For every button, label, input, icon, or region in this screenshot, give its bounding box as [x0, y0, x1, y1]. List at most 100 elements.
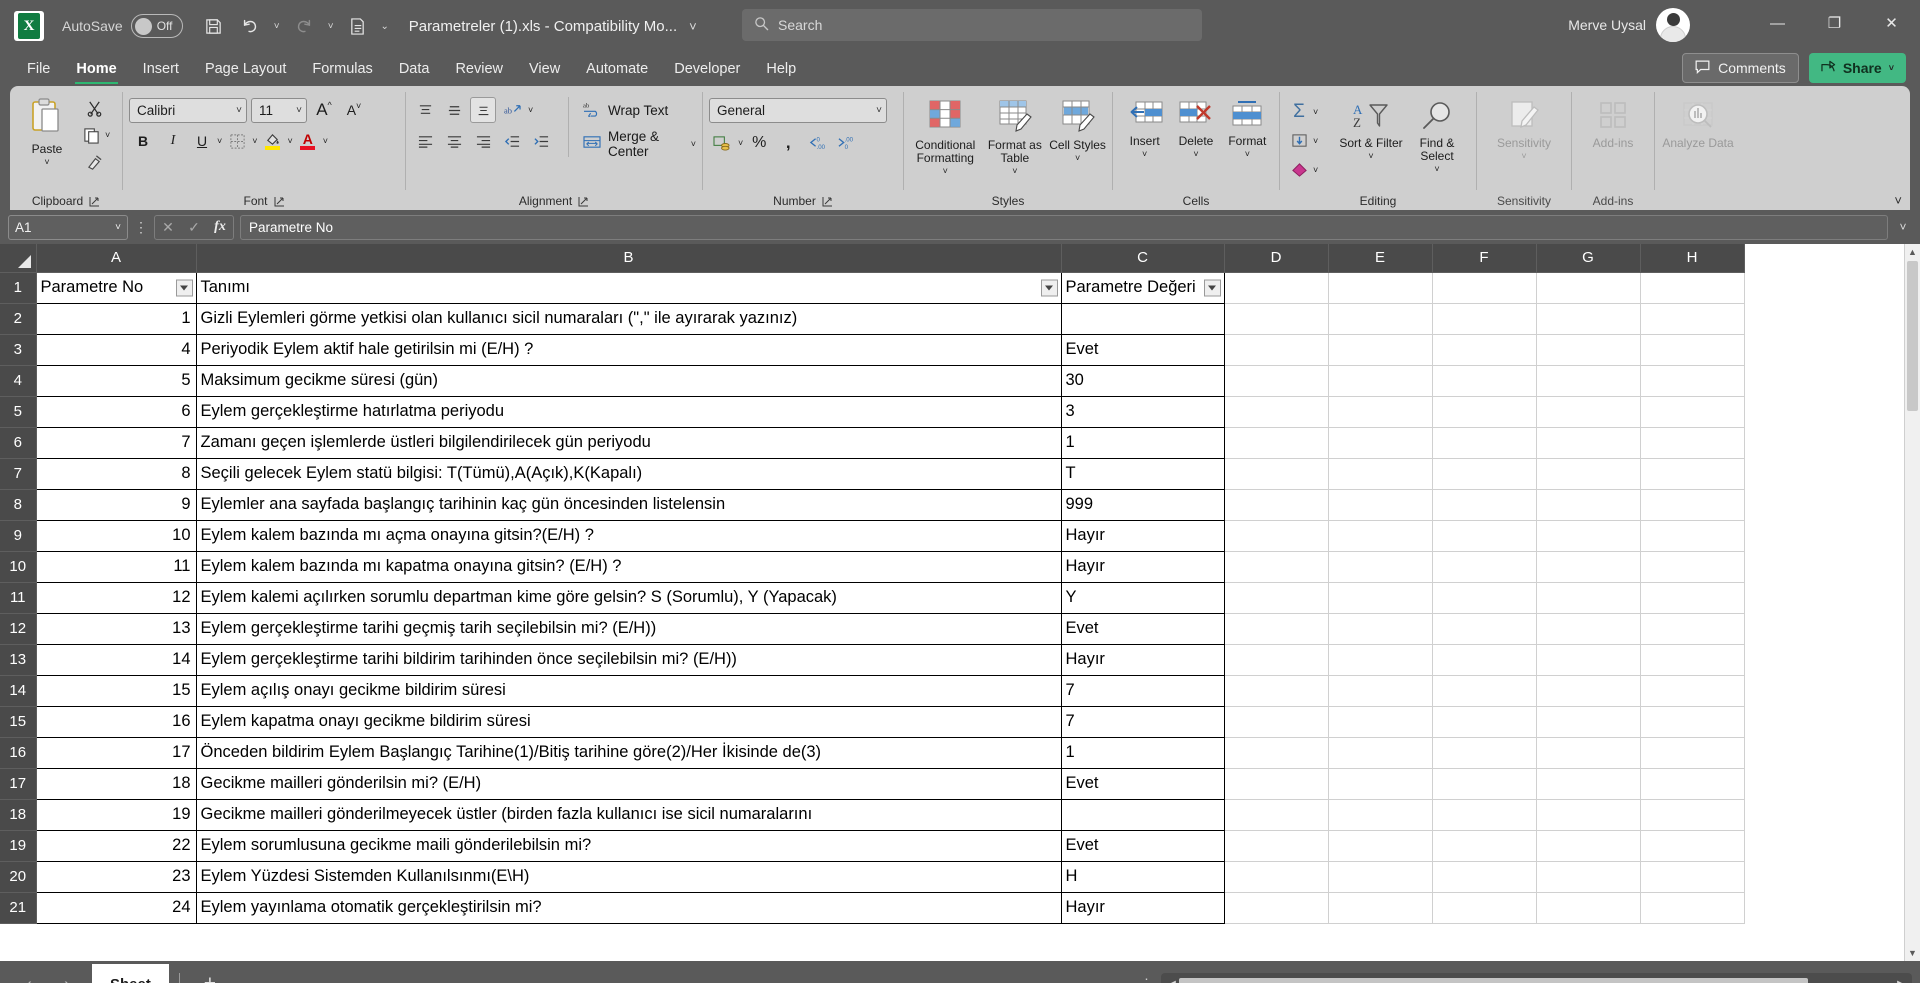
italic-button[interactable]: I [159, 128, 187, 154]
cell-f21[interactable] [1432, 892, 1537, 924]
table-row[interactable]: 5 6 Eylem gerçekleştirme hatırlatma periyo… [0, 396, 1745, 428]
cell-f15[interactable] [1432, 706, 1537, 738]
name-box-caret-icon[interactable]: ˅ [115, 222, 121, 233]
cell-b13[interactable]: Eylem gerçekleştirme tarihi bildirim tar… [196, 644, 1062, 676]
cell-h6[interactable] [1640, 427, 1745, 459]
cell-e11[interactable] [1328, 582, 1433, 614]
cell-c12[interactable]: Evet [1061, 613, 1225, 645]
insert-cells-caret-icon[interactable]: ˅ [1142, 148, 1147, 161]
cell-e2[interactable] [1328, 303, 1433, 335]
format-cells-button[interactable]: Format ˅ [1222, 95, 1273, 161]
analyze-data-button[interactable]: Analyze Data [1661, 95, 1735, 150]
expand-formula-bar-icon[interactable]: ˅ [1894, 220, 1912, 234]
font-family-caret-icon[interactable]: ˅ [236, 105, 242, 116]
cell-g2[interactable] [1536, 303, 1641, 335]
row-header-5[interactable]: 5 [0, 396, 37, 428]
cell-a7[interactable]: 8 [36, 458, 197, 490]
row-header-10[interactable]: 10 [0, 551, 37, 583]
cell-e15[interactable] [1328, 706, 1433, 738]
cell-b16[interactable]: Önceden bildirim Eylem Başlangıç Tarihin… [196, 737, 1062, 769]
format-as-table-caret-icon[interactable]: ˅ [1012, 165, 1017, 178]
cell-a19[interactable]: 22 [36, 830, 197, 862]
cell-a10[interactable]: 11 [36, 551, 197, 583]
cell-h5[interactable] [1640, 396, 1745, 428]
cell-a16[interactable]: 17 [36, 737, 197, 769]
wrap-text-button[interactable]: ab Wrap Text [583, 97, 696, 124]
bold-button[interactable]: B [129, 128, 157, 154]
copy-button[interactable] [78, 122, 104, 148]
accounting-format-button[interactable] [709, 130, 735, 156]
table-row[interactable]: 15 16 Eylem kapatma onayı gecikme bildirim… [0, 706, 1745, 738]
font-family-combo[interactable]: Calibri ˅ [129, 97, 247, 123]
cell-c5[interactable]: 3 [1061, 396, 1225, 428]
cell-h12[interactable] [1640, 613, 1745, 645]
comments-button[interactable]: Comments [1682, 53, 1799, 83]
orientation-caret-icon[interactable]: ˅ [528, 105, 533, 115]
cell-c20[interactable]: H [1061, 861, 1225, 893]
autosave-toggle[interactable]: Off [130, 14, 183, 38]
fill-button[interactable] [1286, 128, 1312, 154]
cell-f18[interactable] [1432, 799, 1537, 831]
font-color-caret-icon[interactable]: ˅ [323, 136, 328, 146]
undo-icon[interactable] [233, 10, 267, 42]
cell-h8[interactable] [1640, 489, 1745, 521]
clear-caret-icon[interactable]: ˅ [1313, 165, 1318, 175]
increase-decimal-button[interactable]: .00 0 [833, 130, 859, 156]
alignment-dialog-launcher-icon[interactable] [578, 196, 589, 207]
row-header-8[interactable]: 8 [0, 489, 37, 521]
cell-d16[interactable] [1224, 737, 1329, 769]
row-header-17[interactable]: 17 [0, 768, 37, 800]
font-color-button[interactable]: A [295, 128, 321, 154]
cell-d17[interactable] [1224, 768, 1329, 800]
cell-e20[interactable] [1328, 861, 1433, 893]
merge-center-caret-icon[interactable]: ˅ [691, 139, 696, 149]
addins-button[interactable]: Add-ins [1578, 95, 1648, 150]
cell-a14[interactable]: 15 [36, 675, 197, 707]
cell-f19[interactable] [1432, 830, 1537, 862]
filter-dropdown-c1-icon[interactable] [1203, 279, 1221, 296]
cell-b11[interactable]: Eylem kalemi açılırken sorumlu departman… [196, 582, 1062, 614]
restore-icon[interactable]: ❐ [1806, 0, 1863, 46]
row-header-18[interactable]: 18 [0, 799, 37, 831]
delete-cells-caret-icon[interactable]: ˅ [1193, 148, 1198, 161]
fill-color-caret-icon[interactable]: ˅ [288, 136, 293, 146]
table-row[interactable]: 17 18 Gecikme mailleri gönderilsin mi? (E/… [0, 768, 1745, 800]
cell-d19[interactable] [1224, 830, 1329, 862]
cell-b14[interactable]: Eylem açılış onayı gecikme bildirim süre… [196, 675, 1062, 707]
cell-b9[interactable]: Eylem kalem bazında mı açma onayına gits… [196, 520, 1062, 552]
cell-b5[interactable]: Eylem gerçekleştirme hatırlatma periyodu [196, 396, 1062, 428]
avatar[interactable] [1656, 8, 1690, 42]
cell-d15[interactable] [1224, 706, 1329, 738]
cell-e9[interactable] [1328, 520, 1433, 552]
row-header-2[interactable]: 2 [0, 303, 37, 335]
table-row[interactable]: 9 10 Eylem kalem bazında mı açma onayına g… [0, 520, 1745, 552]
column-header-d[interactable]: D [1224, 244, 1329, 273]
cell-h11[interactable] [1640, 582, 1745, 614]
cell-f10[interactable] [1432, 551, 1537, 583]
grow-font-button[interactable]: A ^ [311, 97, 337, 123]
column-header-a[interactable]: A [36, 244, 197, 273]
fill-caret-icon[interactable]: ˅ [1313, 136, 1318, 146]
conditional-formatting-caret-icon[interactable]: ˅ [943, 165, 948, 178]
cell-h7[interactable] [1640, 458, 1745, 490]
tab-developer[interactable]: Developer [661, 54, 753, 84]
sensitivity-button[interactable]: Sensitivity ˅ [1483, 95, 1565, 163]
table-row[interactable]: 18 19 Gecikme mailleri gönderilmeyecek üst… [0, 799, 1745, 831]
customize-qat-caret[interactable]: ⌄ [377, 21, 393, 32]
find-select-caret-icon[interactable]: ˅ [1434, 163, 1439, 176]
cell-h18[interactable] [1640, 799, 1745, 831]
cell-f5[interactable] [1432, 396, 1537, 428]
column-header-h[interactable]: H [1640, 244, 1745, 273]
tab-page-layout[interactable]: Page Layout [192, 54, 299, 84]
cell-d21[interactable] [1224, 892, 1329, 924]
delete-cells-button[interactable]: Delete ˅ [1170, 95, 1221, 161]
cell-g21[interactable] [1536, 892, 1641, 924]
minimize-icon[interactable]: — [1749, 0, 1806, 46]
cell-c2[interactable] [1061, 303, 1225, 335]
share-button[interactable]: Share ˅ [1808, 53, 1906, 83]
row-header-4[interactable]: 4 [0, 365, 37, 397]
comma-style-button[interactable]: , [775, 130, 801, 156]
cell-b19[interactable]: Eylem sorumlusuna gecikme maili gönderil… [196, 830, 1062, 862]
close-icon[interactable]: ✕ [1863, 0, 1920, 46]
cell-a21[interactable]: 24 [36, 892, 197, 924]
